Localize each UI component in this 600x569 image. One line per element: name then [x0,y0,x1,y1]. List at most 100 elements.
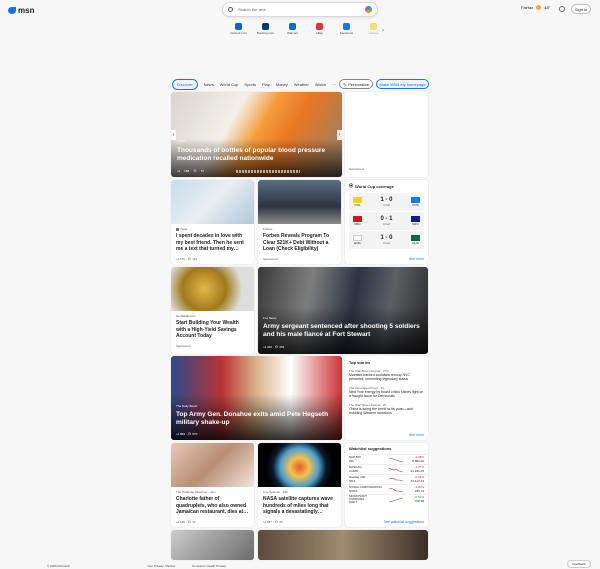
carousel-indicator[interactable] [236,170,300,173]
see-more-link[interactable]: See more [409,257,424,261]
article-meta: 👍︎ 387 · 💬︎ 35 [263,519,283,524]
trophy-icon: ⚽︎ [349,183,353,188]
stock-row[interactable]: Nasdaq 100 NDX -0.32% 24,417.44 [345,474,428,484]
walmart-icon [289,23,296,30]
copyright: © 2026 Microsoft [47,563,70,568]
article-title[interactable]: Forbes Reveals Program To Clear $21K+ De… [263,233,336,253]
consumer-health-privacy-link[interactable]: Consumer Health Privacy [192,564,226,568]
stock-row[interactable]: MICROSOFT CORPORA… MSFT +0.52% 478.98 [345,494,428,504]
article-source: NerdWallet Inc. [176,314,197,318]
quick-link-ebay[interactable]: eBay [306,23,333,36]
article-title[interactable]: Army sergeant sentenced after shooting 5… [263,323,423,339]
make-homepage-button[interactable]: Make MSN my homepage [376,79,429,89]
article-image [258,443,341,487]
search-input[interactable]: Search the web [238,7,360,12]
story-item[interactable]: The Wall Street Journal · 2h China is lur… [345,401,428,418]
weather-widget[interactable]: Fairfax 48° [521,5,550,10]
outlook-icon [235,23,242,30]
hero-source: FOX8 [177,139,185,143]
article-meta: 👍︎ 185 · 💬︎ 47 [176,519,196,524]
tab-news[interactable]: News [204,82,214,87]
article-source: Forbes [263,227,273,231]
tab-world-cup[interactable]: World Cup [220,82,239,87]
stock-row[interactable]: S&P 500 INX -1.45% 6,890.00 [345,454,428,464]
quick-link-facebook[interactable]: Facebook [333,23,360,36]
gear-icon[interactable] [559,6,565,12]
msn-bird-icon [8,7,16,14]
article-source: Fox News [263,316,277,320]
article-card[interactable]: The Charlotte Observer · 41m Charlotte f… [171,443,254,527]
sparkline [388,477,403,481]
article-title[interactable]: Start Building Your Wealth with a High-Y… [176,320,249,340]
games-icon [370,23,377,30]
chevron-right-icon[interactable]: › [382,28,384,34]
featured-article[interactable]: The Daily Beast Top Army Gen. Donahue ex… [171,356,342,440]
signin-button[interactable]: Sign in [571,4,591,14]
article-source: The Charlotte Observer · 41m [176,490,216,494]
hero-meta: 👍︎ 188 💬︎ 57 [177,169,205,173]
tab-watch[interactable]: Watch [315,82,326,87]
like-icon[interactable]: 👍︎ [177,169,180,173]
watchlist-widget: Watchlist suggestions S&P 500 INX -1.45% 6,… [345,443,428,527]
see-more-link[interactable]: See more [409,433,424,437]
article-source: Live Science · 10h [263,490,288,494]
quick-link-booking[interactable]: Booking.com [252,23,279,36]
article-title[interactable]: I spent decades in love with my best fri… [176,233,249,253]
see-watchlist-link[interactable]: See watchlist suggestions [384,520,424,524]
featured-article[interactable]: Fox News Army sergeant sentenced after s… [258,267,428,354]
article-card[interactable]: Sodi I spent decades in love with my bes… [171,180,254,264]
tab-discover[interactable]: Discover [172,79,198,90]
hero-article[interactable]: ‹ › FOX8 Thousands of bottles of popular… [171,92,342,177]
tab-money[interactable]: Money [276,82,288,87]
match-card[interactable]: COL 1 - 0 Final COD [349,193,424,211]
stock-row[interactable]: NVIDIA CORPORATION NVDA -4.00% 183.14 [345,484,428,494]
sparkline [388,467,403,472]
tab-sports[interactable]: Sports [244,82,256,87]
article-card[interactable]: Forbes Forbes Reveals Program To Clear $… [258,180,341,264]
facebook-icon [343,23,350,30]
article-card[interactable] [258,530,428,560]
search-icon [228,7,233,12]
hero-title[interactable]: Thousands of bottles of popular blood pr… [177,147,337,163]
match-card[interactable]: PAN 0 - 1 Final CRO [349,212,424,230]
quick-link-outlook[interactable]: Outlook.com [225,23,252,36]
article-title[interactable]: Charlotte father of quadruplets, who als… [176,496,249,516]
article-title[interactable]: Top Army Gen. Donahue exits amid Pete He… [176,411,336,427]
ebay-icon [316,23,323,30]
article-source: Sodi [181,227,188,231]
privacy-choices-link[interactable]: Your Privacy Choices [147,564,175,568]
comment-icon[interactable]: 💬︎ [193,169,197,173]
quick-link-walmart[interactable]: Walmart [279,23,306,36]
copilot-icon[interactable] [365,6,372,13]
footer: © 2026 Microsoft Your Privacy Choices Co… [0,562,600,569]
more-tabs-button[interactable]: ··· [332,82,336,87]
msn-logo[interactable]: msn [8,6,34,15]
stock-row[interactable]: NASDAQ COMP -1.27% 21,456.45 [345,464,428,474]
article-meta: 👍︎ 863 · 💬︎ 570 [176,432,198,436]
article-card[interactable]: Live Science · 10h NASA satellite captur… [258,443,341,527]
tab-play[interactable]: Play [262,82,270,87]
article-title[interactable]: NASA satellite captures wave hundreds of… [263,496,336,516]
article-card[interactable]: NerdWallet Inc. Start Building Your Weal… [171,267,254,354]
booking-icon [262,23,269,30]
article-meta: 👍︎ 340 · 💬︎ 354 [263,345,285,349]
article-image [171,180,254,224]
search-bar[interactable]: Search the web [222,2,378,17]
widget-title: Top stories [349,360,371,365]
sponsored-ad[interactable]: Sponsored [345,92,428,177]
article-meta: 👍︎ 570 · 💬︎ 116 [176,256,198,261]
next-arrow-icon[interactable]: › [337,130,342,140]
sparkline [388,497,403,502]
match-card[interactable]: ENG 1 - 0 Final GHA [349,231,424,249]
article-card[interactable] [171,530,254,560]
story-item[interactable]: The Wall Street Journal · 47m Maintain-ba… [345,367,428,384]
tab-weather[interactable]: Weather [294,82,309,87]
publisher-icon [176,227,179,231]
article-source: The Daily Beast [176,404,198,408]
feedback-button[interactable]: Feedback [567,560,591,568]
prev-arrow-icon[interactable]: ‹ [171,130,176,140]
article-image [258,180,341,224]
sun-icon [536,5,542,10]
personalize-button[interactable]: ✎ Personalize [339,79,373,89]
story-item[interactable]: The Associated Press · 4h New York energy… [345,384,428,401]
